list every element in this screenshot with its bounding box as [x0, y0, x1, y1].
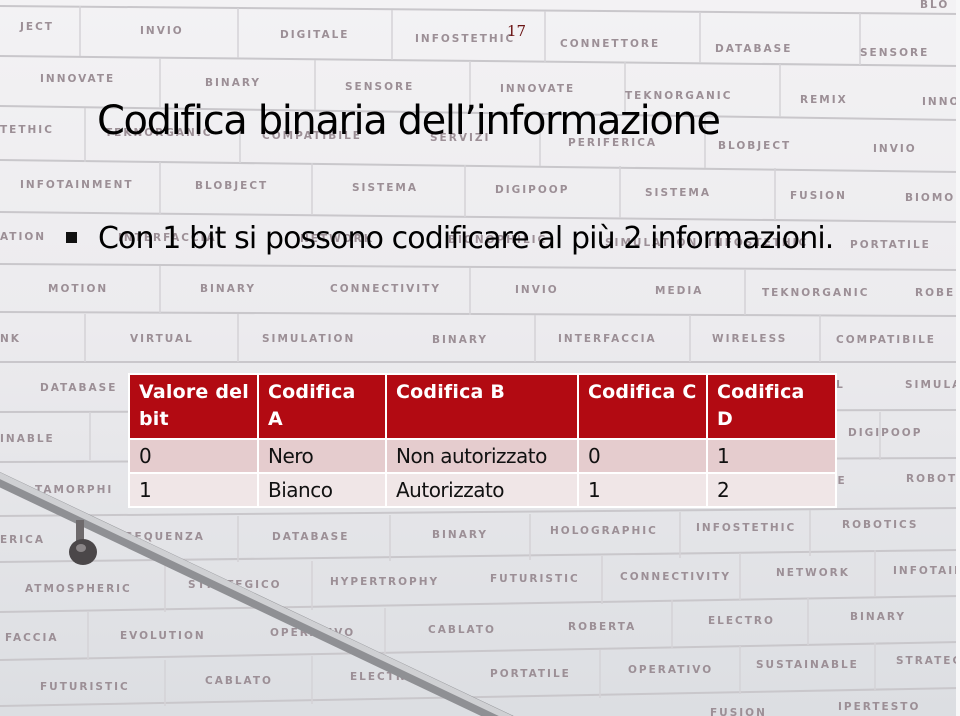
wall-word: BINARY	[432, 529, 488, 541]
wall-word: BINARY	[850, 611, 906, 623]
wall-word: DIGITALE	[280, 29, 349, 41]
wall-word: DATABASE	[40, 382, 117, 394]
wall-word: NK	[0, 333, 21, 345]
table-cell: 0	[577, 438, 708, 474]
wall-word: PORTATILE	[850, 239, 931, 251]
wall-word: SISTEMA	[645, 187, 711, 199]
slide-title: Codifica binaria dell’informazione	[97, 98, 721, 144]
wall-word: INNOVATE	[40, 73, 115, 85]
wall-word: VIRTUAL	[130, 333, 194, 345]
wall-word: INFOTAINMENT	[20, 179, 134, 191]
wall-word: FUSION	[710, 707, 767, 716]
wall-word: BIOMO	[905, 192, 955, 204]
wall-word: BINARY	[205, 77, 261, 89]
wall-word: ATMOSPHERIC	[25, 583, 132, 595]
wall-word: SENSORE	[345, 81, 414, 93]
table-cell: 0	[128, 438, 259, 474]
wall-word: ROBOTICS	[842, 519, 918, 531]
wall-word: OPERATIVO	[628, 664, 713, 676]
wall-word: ROBERTA	[568, 621, 636, 633]
wall-word: DIGIPOOP	[495, 184, 569, 196]
wall-word: ELECTRO	[708, 615, 775, 627]
wall-word: BLOBJECT	[195, 180, 268, 192]
table-cell: Non autorizzato	[385, 438, 579, 474]
column-header-bit-value: Valore del bit	[128, 373, 259, 440]
table-cell: Nero	[257, 438, 387, 474]
wall-word: BINARY	[432, 334, 488, 346]
wall-word: DATABASE	[272, 531, 349, 543]
wall-word: WIRELESS	[712, 333, 787, 345]
wall-word: JECT	[19, 21, 54, 33]
square-bullet-icon	[66, 232, 77, 243]
wall-word: BLOBJECT	[718, 140, 791, 152]
wall-word: SISTEMA	[352, 182, 418, 194]
wall-word: INABLE	[0, 433, 55, 445]
wall-word: INTERFACCIA	[558, 333, 657, 345]
table-header-row: Valore del bit Codifica A Codifica B Cod…	[128, 373, 837, 440]
wall-word: NETWORK	[776, 567, 850, 579]
bullet-text: Con 1 bit si possono codificare al più 2…	[98, 221, 834, 256]
page-number: 17	[507, 22, 527, 40]
wall-word: STRATEG	[896, 655, 960, 667]
column-header-encoding-a: Codifica A	[257, 373, 387, 440]
wall-word: EVOLUTION	[120, 630, 206, 642]
table-row: 0 Nero Non autorizzato 0 1	[128, 438, 837, 474]
wall-word: CONNECTIVITY	[620, 571, 731, 583]
wall-word: TAMORPHI	[35, 484, 113, 496]
table-cell: 2	[706, 472, 837, 508]
wall-word: IPERTESTO	[838, 701, 920, 713]
wall-word: INNO	[922, 96, 960, 108]
wall-word: FUSION	[790, 190, 847, 202]
wall-word: DATABASE	[715, 43, 792, 55]
wall-word: FUTURISTIC	[490, 573, 580, 585]
wall-word: HOLOGRAPHIC	[550, 525, 658, 537]
column-header-encoding-d: Codifica D	[706, 373, 837, 440]
wall-word: INNOVATE	[500, 83, 575, 95]
wall-word: INFOSTETHIC	[415, 33, 515, 45]
wall-word: INFOSTETHIC	[696, 522, 796, 534]
wall-word: ROBER	[915, 287, 960, 299]
column-header-encoding-c: Codifica C	[577, 373, 708, 440]
wall-word: MOTION	[48, 283, 108, 295]
wall-word: ROBOT	[906, 473, 957, 485]
wall-word: SIMULATION	[262, 333, 355, 345]
wall-word: ATION	[0, 231, 46, 243]
table-cell: 1	[128, 472, 259, 508]
table-cell: Autorizzato	[385, 472, 579, 508]
column-header-encoding-b: Codifica B	[385, 373, 579, 440]
wall-word: FUTURISTIC	[40, 681, 130, 693]
slide-right-edge	[956, 0, 960, 716]
wall-word: INVIO	[515, 284, 559, 296]
wall-word: SUSTAINABLE	[756, 659, 859, 671]
table-cell: 1	[706, 438, 837, 474]
wall-word: ERICA	[0, 534, 45, 546]
encoding-table: Valore del bit Codifica A Codifica B Cod…	[128, 373, 837, 508]
wall-word: TETHIC	[0, 124, 54, 136]
wall-word: REMIX	[800, 94, 848, 106]
wall-word: SENSORE	[860, 47, 929, 59]
wall-word: MEDIA	[655, 285, 703, 297]
wall-word: PORTATILE	[490, 668, 571, 680]
wall-word: CABLATO	[205, 675, 273, 687]
wall-word: DIGIPOOP	[848, 427, 922, 439]
wall-word: BINARY	[200, 283, 256, 295]
table-row: 1 Bianco Autorizzato 1 2	[128, 472, 837, 508]
wall-word: FACCIA	[5, 632, 59, 644]
wall-word: INFOTAIN	[893, 565, 960, 577]
wall-word: INVIO	[140, 25, 184, 37]
table-cell: Bianco	[257, 472, 387, 508]
table-cell: 1	[577, 472, 708, 508]
wall-word: CABLATO	[428, 624, 496, 636]
wall-word: TEKNORGANIC	[762, 287, 869, 299]
wall-word: COMPATIBILE	[836, 334, 936, 346]
wall-word: CONNETTORE	[560, 38, 660, 50]
wall-word: SIMULA	[905, 379, 960, 391]
wall-word: INVIO	[873, 143, 917, 155]
wall-word: BLO	[920, 0, 949, 11]
slide: JECT INVIO DIGITALE INFOSTETHIC CONNETTORE DA…	[0, 0, 960, 716]
wall-word: HYPERTROPHY	[330, 576, 439, 588]
wall-word: CONNECTIVITY	[330, 283, 441, 295]
